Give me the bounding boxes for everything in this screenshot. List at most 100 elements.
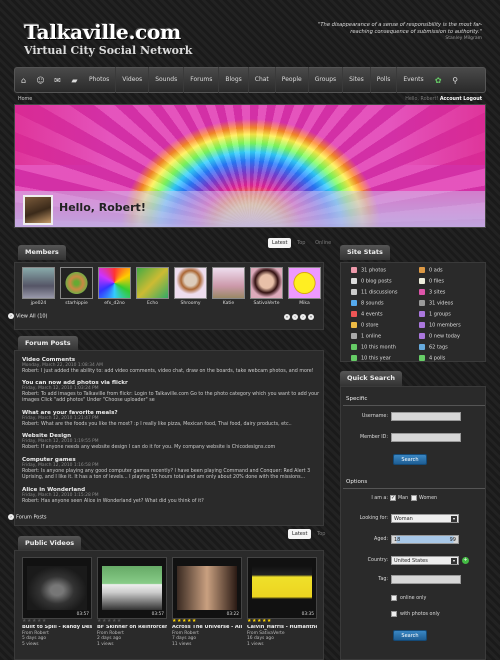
stat-item[interactable]: 0 blog posts: [351, 278, 392, 285]
search-icon[interactable]: ⚲: [447, 76, 464, 85]
site-logo[interactable]: Talkaville.com: [24, 20, 181, 44]
video-item[interactable]: 03:57 ★★★★★ Built to Spill - Randy Descr…: [22, 557, 92, 648]
age-range-slider[interactable]: 18 99: [391, 535, 459, 544]
stat-item[interactable]: 0 store: [351, 322, 378, 329]
aged-label: Aged:: [374, 537, 388, 542]
tab-latest[interactable]: Latest: [268, 238, 292, 248]
stat-item[interactable]: 4 events: [351, 311, 383, 318]
stat-item[interactable]: 1 groups: [419, 311, 451, 318]
stat-item[interactable]: 31 photos: [351, 267, 386, 274]
lookingfor-label: Looking for:: [359, 516, 388, 521]
stat-item[interactable]: 10 this year: [351, 355, 391, 362]
profile-greeting: Hello, Robert!: [59, 201, 146, 214]
forum-post[interactable]: Alice in Wonderland Friday, March 12, 201…: [22, 487, 322, 505]
nav-videos[interactable]: Videos: [115, 67, 148, 93]
videos-title: Public Videos: [18, 536, 82, 551]
chat-bubble-icon[interactable]: ▰: [66, 76, 83, 85]
header-quote: "The disappearance of a sense of respons…: [312, 22, 482, 43]
nav-sites[interactable]: Sites: [342, 67, 370, 93]
files-icon: [419, 278, 425, 284]
member-item[interactable]: Katie: [212, 267, 245, 306]
stat-item[interactable]: 0 new today: [419, 333, 460, 340]
search-button-specific[interactable]: Search: [393, 454, 427, 465]
nav-events[interactable]: Events: [396, 67, 429, 93]
chevron-down-icon: ▾: [451, 558, 457, 564]
pager-next-icon[interactable]: ›: [300, 314, 306, 320]
home-icon[interactable]: ⌂: [15, 76, 32, 85]
stat-item[interactable]: 1 online: [351, 333, 381, 340]
member-item[interactable]: SativaVerte: [250, 267, 283, 306]
stat-item[interactable]: 10 this month: [351, 344, 396, 351]
username-input[interactable]: [391, 412, 461, 421]
member-item[interactable]: Echo: [136, 267, 169, 306]
user-icon[interactable]: ☺: [32, 76, 49, 85]
pager-first-icon[interactable]: «: [284, 314, 290, 320]
leaf-icon[interactable]: ✿: [430, 76, 447, 85]
online-icon: [351, 333, 357, 339]
member-item[interactable]: Mika: [288, 267, 321, 306]
stat-item[interactable]: 31 videos: [419, 300, 453, 307]
online-only-checkbox[interactable]: [391, 595, 397, 601]
member-item[interactable]: Shroomy: [174, 267, 207, 306]
username-label: Username:: [361, 414, 388, 419]
search-button-options[interactable]: Search: [393, 630, 427, 641]
month-icon: [351, 344, 357, 350]
member-item[interactable]: starhippie: [60, 267, 93, 306]
logout-link[interactable]: Logout: [463, 97, 482, 102]
country-select[interactable]: United States ▾: [391, 556, 459, 565]
stat-item[interactable]: 8 sounds: [351, 300, 384, 307]
with-photos-checkbox[interactable]: [391, 611, 397, 617]
lookingfor-select[interactable]: Woman ▾: [391, 514, 459, 523]
tab-online[interactable]: Online: [311, 238, 335, 248]
forum-post[interactable]: Computer games Friday, March 12, 2010 1:1…: [22, 457, 322, 481]
video-item[interactable]: 03:35 ★★★★★ Calvin_Harris - Humanthesi Fr…: [247, 557, 317, 648]
forum-post[interactable]: Video Comments Monday, March 22, 2010 1:0…: [22, 357, 322, 375]
nav-sounds[interactable]: Sounds: [148, 67, 183, 93]
stat-item[interactable]: 0 files: [419, 278, 444, 285]
avatar[interactable]: [23, 195, 53, 225]
nav-people[interactable]: People: [274, 67, 308, 93]
forum-post[interactable]: What are your favorite meals? Friday, Mar…: [22, 410, 322, 428]
stat-item[interactable]: 10 members: [419, 322, 461, 329]
video-item[interactable]: 03:22 ★★★★★ Across The Universe - All YF…: [172, 557, 242, 648]
video-item[interactable]: 03:57 ★★★★★ BF Skinner on Reinforceme Fro…: [97, 557, 167, 648]
stat-item[interactable]: 11 discussions: [351, 289, 397, 296]
photos-icon: [351, 267, 357, 273]
nav-polls[interactable]: Polls: [369, 67, 397, 93]
view-all-members-link[interactable]: › View All (10): [8, 313, 48, 320]
site-stats-title: Site Stats: [340, 245, 390, 260]
tag-input[interactable]: [391, 575, 461, 584]
pager-prev-icon[interactable]: ‹: [292, 314, 298, 320]
stat-item[interactable]: 3 sites: [419, 289, 445, 296]
stat-item[interactable]: 4 polls: [419, 355, 445, 362]
pager-last-icon[interactable]: »: [308, 314, 314, 320]
forum-post[interactable]: You can now add photos via flickr Friday,…: [22, 380, 322, 404]
tag-label: Tag:: [378, 577, 388, 582]
forum-posts-link[interactable]: › Forum Posts: [8, 514, 47, 521]
blog-icon: [351, 278, 357, 284]
tab-latest-videos[interactable]: Latest: [288, 529, 312, 539]
woman-checkbox[interactable]: [411, 495, 417, 501]
account-link[interactable]: Account: [440, 97, 462, 102]
forum-post[interactable]: Website Design Friday, March 12, 2010 1:1…: [22, 433, 322, 451]
nav-groups[interactable]: Groups: [307, 67, 342, 93]
add-country-icon[interactable]: +: [462, 557, 469, 564]
tab-top[interactable]: Top: [293, 238, 309, 248]
quick-search-panel: Specific Username: Member ID: Search Opt…: [340, 386, 486, 660]
memberid-input[interactable]: [391, 433, 461, 442]
year-icon: [351, 355, 357, 361]
member-item[interactable]: efx_d2no: [98, 267, 131, 306]
nav-forums[interactable]: Forums: [183, 67, 218, 93]
man-checkbox[interactable]: ✓: [390, 495, 396, 501]
arrow-right-icon: ›: [8, 514, 14, 520]
mail-icon[interactable]: ✉: [49, 76, 66, 85]
tab-top-videos[interactable]: Top: [313, 529, 329, 539]
stat-item[interactable]: 62 tags: [419, 344, 448, 351]
nav-chat[interactable]: Chat: [247, 67, 275, 93]
nav-blogs[interactable]: Blogs: [218, 67, 247, 93]
tags-icon: [419, 344, 425, 350]
nav-photos[interactable]: Photos: [83, 67, 115, 93]
member-item[interactable]: jpe024: [22, 267, 55, 306]
stat-item[interactable]: 0 ads: [419, 267, 443, 274]
breadcrumb-home[interactable]: Home: [14, 97, 32, 102]
